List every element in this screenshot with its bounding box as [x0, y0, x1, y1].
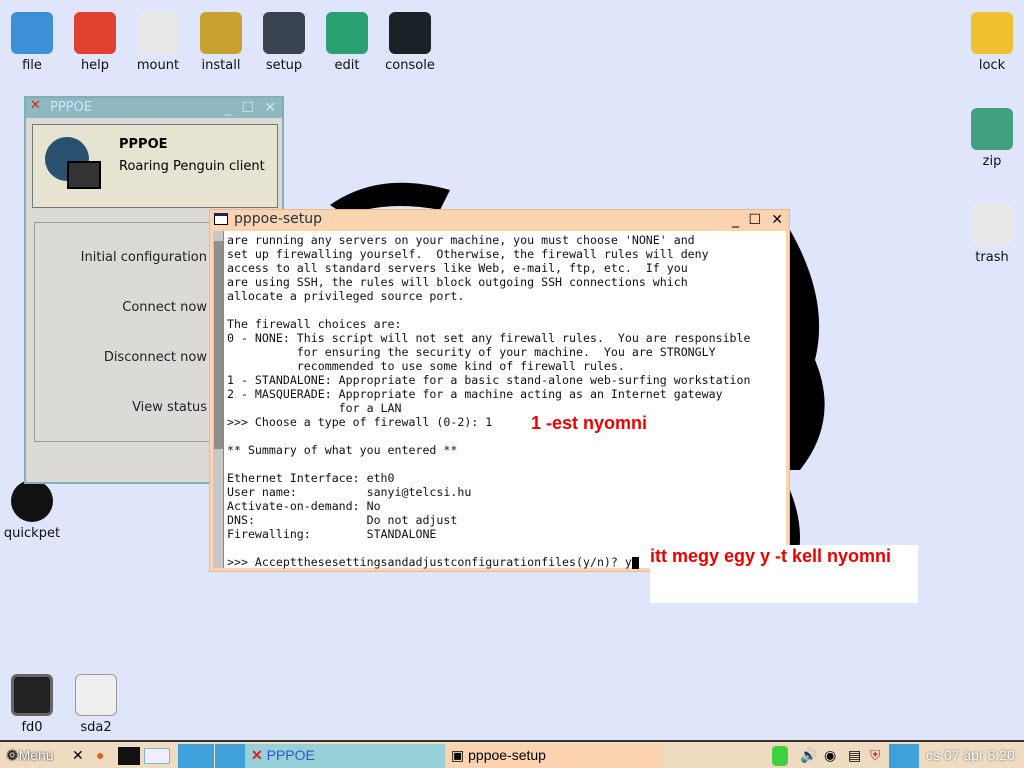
minimize-button[interactable]: _	[225, 100, 232, 116]
annotation-second: itt megy egy y -t kell nyomni	[650, 546, 892, 566]
terminal-icon	[214, 213, 228, 225]
terminal-line: for ensuring the security of your machin…	[227, 345, 716, 359]
menu-icon: ⚙	[6, 747, 19, 763]
terminal-line: Firewalling: STANDALONE	[227, 527, 437, 541]
terminal-line: allocate a privileged source port.	[227, 289, 465, 303]
workspace-1[interactable]	[178, 744, 214, 768]
terminal-text: are running any servers on your machine,…	[227, 233, 751, 569]
quicklaunch-console-icon[interactable]	[118, 747, 140, 765]
quicklaunch-x-icon[interactable]: ✕	[66, 744, 90, 768]
scrollbar[interactable]	[213, 231, 224, 568]
desktop-icon-quickpet[interactable]: quickpet	[0, 480, 64, 541]
disconnect-now-button[interactable]: Disconnect now	[104, 350, 207, 365]
x-logo-icon: ✕	[251, 747, 267, 763]
desktop-icon-fd0[interactable]: fd0	[0, 674, 64, 735]
monitor-icon	[67, 161, 101, 189]
view-status-button[interactable]: View status	[132, 400, 207, 415]
cat-icon	[11, 480, 53, 522]
terminal-line: >>> Choose a type of firewall (0-2): 1	[227, 415, 493, 429]
taskbar: ⚙Menu ✕ ● ✕ PPPOE ▣ pppoe-setup 🔊 ◉ ▤ ⛨ …	[0, 740, 1024, 768]
task-pppoe[interactable]: ✕ PPPOE	[245, 744, 445, 768]
terminal-line: 2 - MASQUERADE: Appropriate for a machin…	[227, 387, 723, 401]
terminal-line: 0 - NONE: This script will not set any f…	[227, 331, 751, 345]
firewall-shield-icon[interactable]: ⛨	[864, 744, 887, 768]
initial-configuration-button[interactable]: Initial configuration	[81, 250, 207, 265]
terminal-line: Ethernet Interface: eth0	[227, 471, 395, 485]
drive-icon	[75, 674, 117, 716]
annotation-box: itt megy egy y -t kell nyomni	[650, 545, 918, 603]
terminal-line: 1 - STANDALONE: Appropriate for a basic …	[227, 373, 751, 387]
terminal-line: DNS: Do not adjust	[227, 513, 458, 527]
terminal-line: set up firewalling yourself. Otherwise, …	[227, 247, 709, 261]
close-button[interactable]: ✕	[771, 212, 783, 228]
terminal-line: are using SSH, the rules will block outg…	[227, 275, 688, 289]
scrollbar-thumb[interactable]	[214, 241, 223, 449]
text-cursor	[631, 556, 639, 569]
terminal-line: ** Summary of what you entered **	[227, 443, 458, 457]
terminal-line: recommended to use some kind of firewall…	[227, 359, 625, 373]
terminal-line: for a LAN	[227, 401, 402, 415]
cpu-monitor	[889, 744, 919, 768]
terminal-icon: ▣	[451, 747, 469, 763]
task-pppoe-setup[interactable]: ▣ pppoe-setup	[445, 744, 662, 768]
terminal-line: The firewall choices are:	[227, 317, 402, 331]
terminal-line: User name: sanyi@telcsi.hu	[227, 485, 472, 499]
terminal-line: are running any servers on your machine,…	[227, 233, 695, 247]
pppoe-header: PPPOE Roaring Penguin client	[32, 124, 278, 208]
terminal-line: Activate-on-demand: No	[227, 499, 381, 513]
quicklaunch-windows-icon[interactable]	[144, 748, 170, 764]
terminal-line: access to all standard servers like Web,…	[227, 261, 688, 275]
minimize-button[interactable]: _	[732, 212, 739, 228]
maximize-button[interactable]: ☐	[748, 212, 761, 228]
quicklaunch-browser-icon[interactable]: ●	[90, 744, 110, 768]
menu-button[interactable]: ⚙Menu	[0, 744, 60, 768]
close-button[interactable]: ✕	[264, 100, 276, 116]
workspace-2[interactable]	[215, 744, 245, 768]
terminal-titlebar[interactable]: pppoe-setup _ ☐ ✕	[210, 210, 789, 230]
pppoe-titlebar[interactable]: ✕ PPPOE _ ☐ ✕	[26, 98, 282, 118]
connect-now-button[interactable]: Connect now	[122, 300, 207, 315]
desktop-icon-sda2[interactable]: sda2	[64, 674, 128, 735]
storage-tray-icon[interactable]	[772, 746, 788, 766]
maximize-button[interactable]: ☐	[241, 100, 254, 116]
network-icon[interactable]: ◉	[818, 744, 842, 768]
annotation-first: 1 -est nyomni	[531, 413, 648, 433]
clock[interactable]: cs 07 ápr 8:20	[920, 744, 1021, 768]
floppy-icon	[11, 674, 53, 716]
x-logo-icon: ✕	[30, 98, 41, 113]
terminal-output[interactable]: are running any servers on your machine,…	[213, 231, 786, 569]
terminal-window: pppoe-setup _ ☐ ✕ are running any server…	[209, 209, 790, 572]
